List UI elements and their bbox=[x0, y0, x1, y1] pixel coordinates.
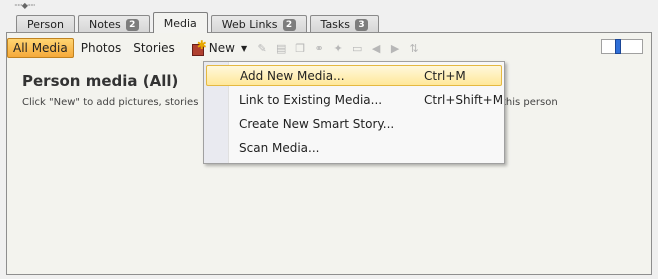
tab-label: Person bbox=[27, 18, 64, 31]
copy-icon[interactable]: ❐ bbox=[293, 41, 307, 55]
top-strip: ·····◆····· bbox=[0, 0, 658, 12]
filter-label: Stories bbox=[133, 41, 175, 55]
menu-item-label: Scan Media... bbox=[239, 140, 320, 155]
tab-notes[interactable]: Notes 2 bbox=[77, 15, 150, 33]
new-media-button[interactable]: ✱ New ▼ bbox=[188, 38, 250, 58]
filter-stories-button[interactable]: Stories bbox=[128, 38, 180, 58]
zoom-slider-thumb[interactable] bbox=[615, 39, 621, 54]
filter-photos-button[interactable]: Photos bbox=[76, 38, 126, 58]
menu-item-label: Link to Existing Media... bbox=[239, 92, 383, 107]
edit-icon[interactable]: ✎ bbox=[255, 41, 269, 55]
media-toolbar: All Media Photos Stories ✱ New ▼ ✎ ▤ ❐ ⚭… bbox=[7, 36, 651, 60]
count-badge: 3 bbox=[355, 18, 369, 31]
new-media-menu: Add New Media... Ctrl+M Link to Existing… bbox=[203, 61, 505, 164]
next-icon[interactable]: ▶ bbox=[388, 41, 402, 55]
empty-hint-text-end: this person bbox=[502, 97, 558, 108]
menu-item-shortcut: Ctrl+M bbox=[424, 68, 466, 83]
tab-person[interactable]: Person bbox=[16, 15, 75, 33]
empty-hint-text: Click "New" to add pictures, stories bbox=[22, 97, 199, 108]
sort-icon[interactable]: ⇅ bbox=[407, 41, 421, 55]
zoom-slider[interactable] bbox=[601, 39, 643, 54]
slideshow-icon[interactable]: ▭ bbox=[350, 41, 364, 55]
menu-item-label: Add New Media... bbox=[240, 68, 345, 83]
tab-tasks[interactable]: Tasks 3 bbox=[309, 15, 380, 33]
grip-handle-icon[interactable]: ·····◆····· bbox=[14, 1, 36, 10]
menu-item-link-existing-media[interactable]: Link to Existing Media... Ctrl+Shift+M bbox=[206, 89, 504, 110]
tab-label: Web Links bbox=[221, 18, 278, 31]
tab-media[interactable]: Media bbox=[152, 12, 208, 33]
tab-web-links[interactable]: Web Links 2 bbox=[210, 15, 307, 33]
count-badge: 2 bbox=[125, 18, 139, 31]
tab-bar: Person Notes 2 Media Web Links 2 Tasks 3 bbox=[16, 12, 382, 33]
tab-label: Media bbox=[163, 16, 197, 30]
menu-item-create-smart-story[interactable]: Create New Smart Story... bbox=[206, 113, 502, 134]
new-media-icon: ✱ bbox=[191, 38, 207, 56]
tag-icon[interactable]: ✦ bbox=[331, 41, 345, 55]
link-icon[interactable]: ⚭ bbox=[312, 41, 326, 55]
filter-label: All Media bbox=[13, 41, 68, 55]
menu-item-add-new-media[interactable]: Add New Media... Ctrl+M bbox=[206, 65, 502, 86]
page-title: Person media (All) bbox=[22, 72, 179, 90]
properties-icon[interactable]: ▤ bbox=[274, 41, 288, 55]
tab-label: Notes bbox=[88, 18, 121, 31]
menu-item-scan-media[interactable]: Scan Media... bbox=[206, 137, 502, 158]
filter-label: Photos bbox=[80, 41, 122, 55]
menu-item-label: Create New Smart Story... bbox=[239, 116, 395, 131]
tab-label: Tasks bbox=[320, 18, 351, 31]
filter-all-media-button[interactable]: All Media bbox=[7, 38, 74, 58]
menu-item-shortcut: Ctrl+Shift+M bbox=[424, 92, 504, 107]
dropdown-arrow-icon: ▼ bbox=[240, 43, 248, 53]
count-badge: 2 bbox=[282, 18, 296, 31]
previous-icon[interactable]: ◀ bbox=[369, 41, 383, 55]
new-label: New bbox=[208, 41, 235, 55]
